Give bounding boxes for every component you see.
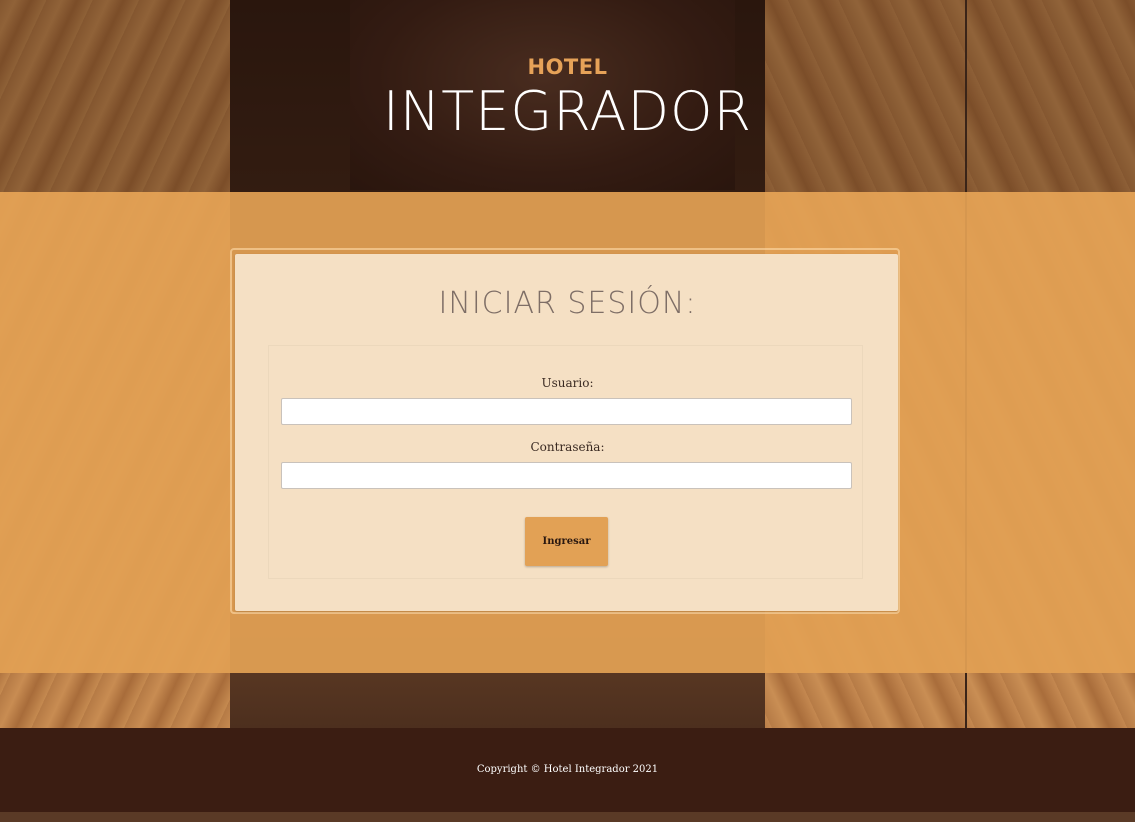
password-input[interactable] <box>281 462 852 489</box>
brand-integrador-title: INTEGRADOR <box>382 80 753 143</box>
password-label: Contraseña: <box>530 440 605 454</box>
username-label: Usuario: <box>541 376 594 390</box>
login-title: INICIAR SESIÓN: <box>438 286 697 321</box>
footer-bottom-strip <box>0 812 1135 822</box>
site-header: HOTEL INTEGRADOR <box>0 0 1135 192</box>
login-submit-button[interactable]: Ingresar <box>525 517 608 566</box>
username-input[interactable] <box>281 398 852 425</box>
brand-hotel-label: HOTEL <box>527 55 608 79</box>
footer-copyright: Copyright © Hotel Integrador 2021 <box>476 764 659 775</box>
